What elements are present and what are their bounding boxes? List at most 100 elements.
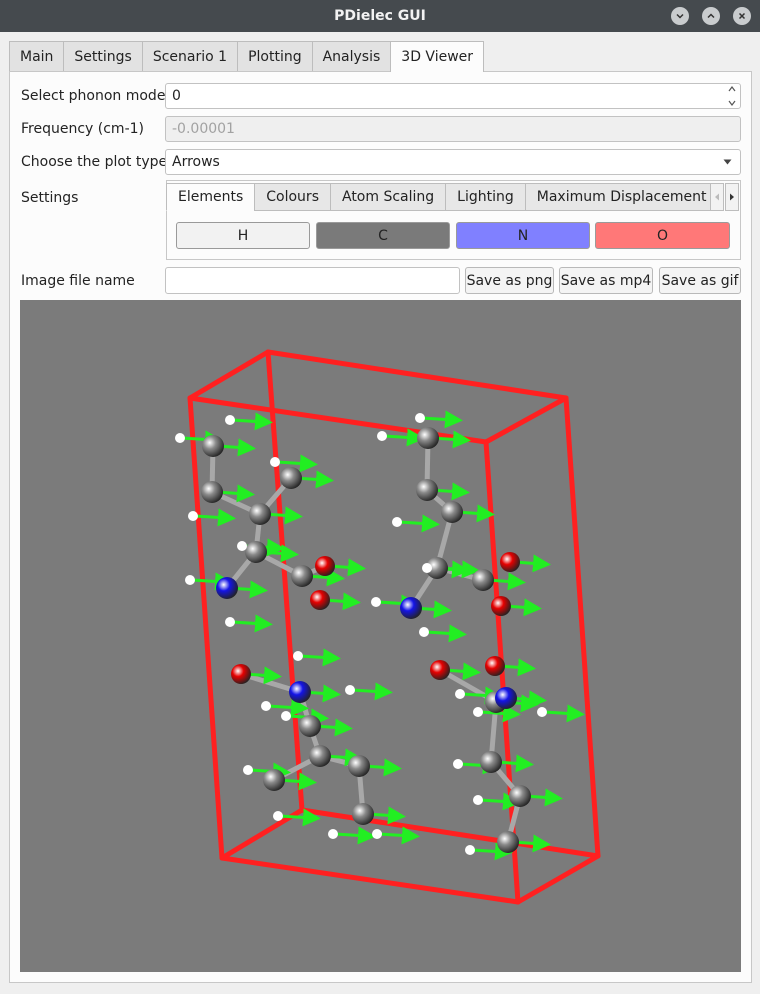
hydrogen-atom xyxy=(372,829,382,839)
tab-scroll-right-button[interactable] xyxy=(725,183,739,211)
unit-cell-edge xyxy=(187,349,271,401)
unit-cell-edge xyxy=(483,395,569,445)
tab-elements[interactable]: Elements xyxy=(166,183,256,211)
hydrogen-atom xyxy=(415,413,425,423)
displacement-arrow xyxy=(231,412,273,431)
carbon-atom xyxy=(417,427,439,449)
3d-viewer-panel: Select phonon mode 0 Frequency (cm-1) -0… xyxy=(9,71,752,983)
nitrogen-atom xyxy=(400,597,422,619)
hydrogen-atom xyxy=(392,517,402,527)
element-button-n[interactable]: N xyxy=(456,222,590,249)
chevron-down-icon[interactable] xyxy=(671,7,689,25)
settings-tab-bar: Elements Colours Atom Scaling Lighting M… xyxy=(166,183,719,211)
hydrogen-atom xyxy=(293,651,303,661)
tab-scenario-1[interactable]: Scenario 1 xyxy=(141,41,239,71)
image-file-input[interactable] xyxy=(165,267,460,294)
hydrogen-atom xyxy=(281,711,291,721)
oxygen-atom xyxy=(231,664,251,684)
unit-cell-edge xyxy=(187,395,225,861)
hydrogen-atom xyxy=(371,597,381,607)
unit-cell-edge xyxy=(515,853,601,905)
save-mp4-button[interactable]: Save as mp4 xyxy=(559,267,653,294)
tab-maximum-displacement[interactable]: Maximum Displacement xyxy=(524,183,719,211)
molecule-scene xyxy=(175,349,601,905)
hydrogen-atom xyxy=(537,707,547,717)
carbon-atom xyxy=(441,501,463,523)
hydrogen-atom xyxy=(185,575,195,585)
hydrogen-atom xyxy=(422,563,432,573)
spin-arrows-icon[interactable] xyxy=(726,86,738,106)
hydrogen-atom xyxy=(243,765,253,775)
carbon-atom xyxy=(472,569,494,591)
unit-cell-edge xyxy=(563,395,601,859)
hydrogen-atom xyxy=(465,845,475,855)
nitrogen-atom xyxy=(495,687,517,709)
frequency-value: -0.00001 xyxy=(172,121,235,137)
tab-atom-scaling[interactable]: Atom Scaling xyxy=(329,183,447,211)
tab-plotting[interactable]: Plotting xyxy=(237,41,313,71)
displacement-arrow xyxy=(231,614,273,633)
tab-scroll-left-button[interactable] xyxy=(710,183,724,211)
3d-viewer-canvas[interactable] xyxy=(20,300,741,972)
hydrogen-atom xyxy=(419,627,429,637)
carbon-atom xyxy=(480,751,502,773)
phonon-mode-spinbox[interactable]: 0 xyxy=(165,83,741,109)
displacement-arrow xyxy=(299,648,341,667)
unit-cell-edge xyxy=(219,855,521,905)
chevron-left-icon xyxy=(715,193,719,201)
plot-type-select[interactable]: Arrows xyxy=(165,149,741,175)
carbon-atom xyxy=(245,541,267,563)
plot-type-label: Choose the plot type xyxy=(21,154,168,170)
unit-cell-edge xyxy=(299,807,601,859)
element-button-c[interactable]: C xyxy=(316,222,450,249)
main-tab-bar: Main Settings Scenario 1 Plotting Analys… xyxy=(9,41,485,72)
displacement-arrow xyxy=(543,704,585,723)
displacement-arrow xyxy=(479,792,521,811)
chevron-up-icon[interactable] xyxy=(702,7,720,25)
chevron-right-icon xyxy=(730,193,734,201)
oxygen-atom xyxy=(491,596,511,616)
displacement-arrow xyxy=(383,428,425,447)
tab-main[interactable]: Main xyxy=(9,41,65,71)
hydrogen-atom xyxy=(473,795,483,805)
displacement-arrow xyxy=(279,808,321,827)
tab-analysis[interactable]: Analysis xyxy=(311,41,392,71)
close-icon[interactable] xyxy=(733,7,751,25)
tab-lighting[interactable]: Lighting xyxy=(445,183,526,211)
phonon-mode-label: Select phonon mode xyxy=(21,88,166,104)
displacement-arrow xyxy=(378,826,420,845)
displacement-arrow xyxy=(351,682,393,701)
phonon-mode-value: 0 xyxy=(172,88,181,104)
displacement-arrow xyxy=(267,698,309,717)
frequency-field: -0.00001 xyxy=(165,116,741,142)
carbon-atom xyxy=(299,715,321,737)
save-gif-button[interactable]: Save as gif xyxy=(659,267,741,294)
carbon-atom xyxy=(291,565,313,587)
image-file-label: Image file name xyxy=(21,273,135,289)
carbon-atom xyxy=(202,435,224,457)
displacement-arrow xyxy=(398,514,440,533)
hydrogen-atom xyxy=(273,811,283,821)
tab-settings[interactable]: Settings xyxy=(63,41,143,71)
hydrogen-atom xyxy=(455,689,465,699)
settings-label: Settings xyxy=(21,190,79,206)
element-button-h[interactable]: H xyxy=(176,222,310,249)
element-button-o[interactable]: O xyxy=(595,222,730,249)
window-titlebar: PDielec GUI xyxy=(0,0,760,32)
hydrogen-atom xyxy=(377,431,387,441)
hydrogen-atom xyxy=(261,701,271,711)
plot-type-value: Arrows xyxy=(172,154,220,170)
carbon-atom xyxy=(416,479,438,501)
hydrogen-atom xyxy=(188,511,198,521)
hydrogen-atom xyxy=(270,457,280,467)
frequency-label: Frequency (cm-1) xyxy=(21,121,144,137)
carbon-atom xyxy=(497,831,519,853)
hydrogen-atom xyxy=(328,829,338,839)
carbon-atom xyxy=(263,769,285,791)
tab-colours[interactable]: Colours xyxy=(254,183,331,211)
hydrogen-atom xyxy=(225,617,235,627)
tab-3d-viewer[interactable]: 3D Viewer xyxy=(390,41,485,72)
carbon-atom xyxy=(348,755,370,777)
carbon-atom xyxy=(280,467,302,489)
save-png-button[interactable]: Save as png xyxy=(465,267,554,294)
